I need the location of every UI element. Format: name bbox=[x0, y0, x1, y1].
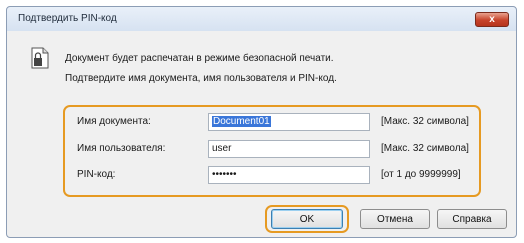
pin-confirm-dialog: Подтвердить PIN-код x Документ будет рас… bbox=[6, 6, 517, 238]
ok-button[interactable]: OK bbox=[271, 209, 343, 229]
pin-label: PIN-код: bbox=[77, 169, 116, 180]
pin-hint: [от 1 до 9999999] bbox=[381, 169, 461, 180]
user-name-label: Имя пользователя: bbox=[77, 143, 166, 154]
document-name-value: Document01 bbox=[212, 116, 271, 127]
message-line-2: Подтвердите имя документа, имя пользоват… bbox=[65, 73, 337, 84]
secure-document-icon bbox=[31, 47, 49, 69]
dialog-content: Документ будет распечатан в режиме безоп… bbox=[13, 31, 510, 233]
user-name-value: user bbox=[212, 143, 232, 154]
cancel-button[interactable]: Отмена bbox=[360, 209, 430, 229]
document-name-label: Имя документа: bbox=[77, 116, 151, 127]
document-name-hint: [Макс. 32 символа] bbox=[381, 116, 469, 127]
titlebar[interactable]: Подтвердить PIN-код x bbox=[7, 7, 516, 31]
pin-value: ••••••• bbox=[212, 169, 237, 180]
close-button[interactable]: x bbox=[475, 12, 509, 27]
document-name-field[interactable]: Document01 bbox=[208, 113, 370, 131]
user-name-field[interactable]: user bbox=[208, 140, 370, 158]
dialog-title: Подтвердить PIN-код bbox=[18, 13, 117, 24]
close-icon: x bbox=[489, 14, 495, 25]
message-line-1: Документ будет распечатан в режиме безоп… bbox=[65, 53, 334, 64]
user-name-hint: [Макс. 32 символа] bbox=[381, 143, 469, 154]
pin-field[interactable]: ••••••• bbox=[208, 166, 370, 184]
fields-panel: Имя документа: Document01 [Макс. 32 симв… bbox=[63, 105, 481, 197]
help-button[interactable]: Справка bbox=[437, 209, 507, 229]
